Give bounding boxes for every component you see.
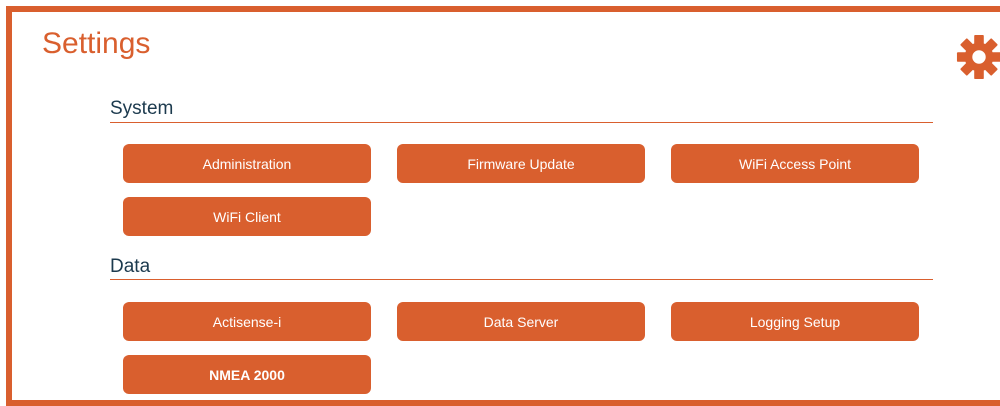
firmware-update-button[interactable]: Firmware Update (397, 144, 645, 183)
page-title: Settings (42, 27, 151, 60)
wifi-access-point-button[interactable]: WiFi Access Point (671, 144, 919, 183)
section-heading-data: Data (110, 256, 151, 277)
settings-panel: Settings System Administration Firmware … (6, 6, 1000, 406)
wifi-client-button[interactable]: WiFi Client (123, 197, 371, 236)
logging-setup-button[interactable]: Logging Setup (671, 302, 919, 341)
section-divider-data (110, 279, 933, 280)
section-heading-system: System (110, 98, 174, 119)
actisense-i-button[interactable]: Actisense-i (123, 302, 371, 341)
section-divider-system (110, 122, 933, 123)
administration-button[interactable]: Administration (123, 144, 371, 183)
data-server-button[interactable]: Data Server (397, 302, 645, 341)
gear-icon[interactable] (956, 34, 1000, 80)
nmea-2000-button[interactable]: NMEA 2000 (123, 355, 371, 394)
